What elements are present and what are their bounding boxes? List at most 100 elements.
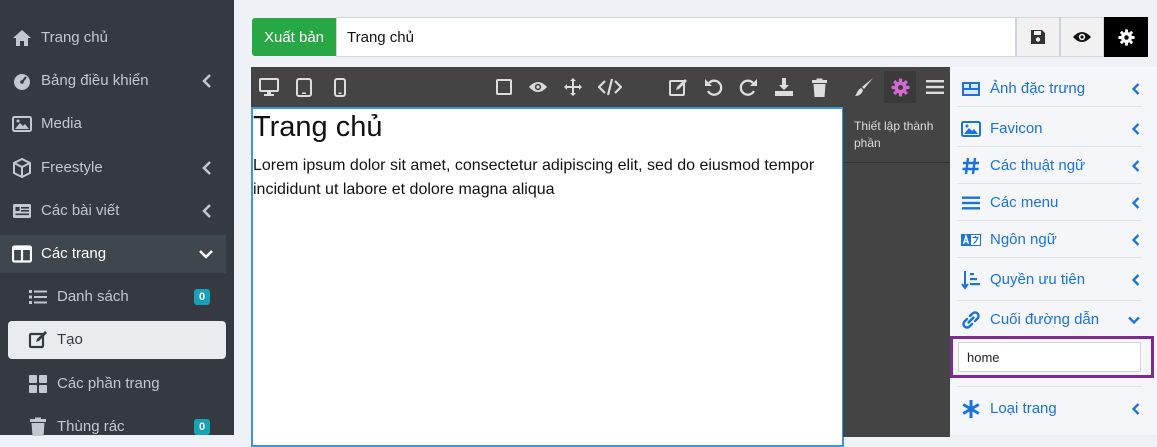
chevron-left-icon [202, 161, 211, 175]
sidebar-item-create[interactable]: Tạo [8, 321, 226, 359]
sidebar-item-label: Bảng điều khiển [41, 72, 149, 89]
accordion-favicon[interactable]: Favicon [957, 110, 1142, 147]
sidebar-item-label: Trang chủ [41, 29, 108, 46]
grid-icon [29, 375, 47, 393]
sidebar-item-trash[interactable]: Thùng rác 0 [0, 408, 226, 446]
sidebar: Trang chủ Bảng điều khiển Media Freestyl… [0, 0, 234, 436]
gear-icon [890, 77, 910, 97]
save-button[interactable] [1016, 17, 1060, 57]
panel-toolbar [843, 67, 950, 107]
bars-icon [962, 196, 980, 210]
style-manager-button[interactable] [853, 76, 875, 98]
code-icon [598, 78, 622, 96]
sidebar-item-label: Thùng rác [57, 418, 125, 435]
mobile-icon [334, 77, 346, 97]
sidebar-item-label: Các bài viết [41, 202, 120, 219]
sidebar-item-dashboard[interactable]: Bảng điều khiển [0, 62, 226, 100]
chevron-left-icon [1132, 197, 1140, 209]
accordion-priority[interactable]: Quyền ưu tiên [957, 259, 1142, 301]
undo-icon [705, 79, 723, 96]
chevron-left-icon [202, 204, 211, 218]
editor-canvas[interactable]: Trang chủ Lorem ipsum dolor sit amet, co… [251, 107, 844, 447]
accordion-label: Các menu [990, 194, 1059, 211]
list-icon [29, 290, 47, 304]
cube-icon [13, 158, 31, 178]
accordion-slug[interactable]: Cuối đường dẫn [957, 301, 1142, 337]
sidebar-item-pages[interactable]: Các trang [0, 235, 226, 273]
view-code-button[interactable] [597, 76, 623, 98]
tablet-view-button[interactable] [293, 76, 315, 98]
tablet-icon [296, 77, 312, 97]
sidebar-item-media[interactable]: Media [0, 105, 226, 143]
columns-icon [12, 245, 32, 263]
sidebar-item-label: Các phần trang [57, 375, 160, 392]
fullscreen-button[interactable] [562, 76, 584, 98]
newspaper-icon [13, 204, 31, 218]
preview-button[interactable] [1060, 17, 1104, 57]
chevron-left-icon [1132, 160, 1140, 172]
save-icon [1031, 30, 1045, 44]
outline-toggle-button[interactable] [493, 76, 515, 98]
accordion-label: Cuối đường dẫn [990, 311, 1100, 328]
accordion-page-type[interactable]: Loại trang [957, 390, 1142, 427]
accordion-terms[interactable]: Các thuật ngữ [957, 147, 1142, 184]
hashtag-icon [962, 157, 979, 175]
component-settings-button[interactable] [884, 71, 916, 103]
divider [957, 386, 1142, 387]
gear-icon [1117, 28, 1135, 46]
accordion-label: Loại trang [990, 400, 1057, 417]
eye-icon [1073, 32, 1091, 42]
mobile-view-button[interactable] [329, 76, 351, 98]
redo-icon [739, 79, 757, 96]
sidebar-item-label: Danh sách [57, 288, 129, 305]
editor-toolbar [251, 67, 843, 107]
desktop-icon [259, 78, 279, 96]
chevron-down-icon [199, 250, 213, 259]
sort-icon [961, 271, 980, 290]
component-settings-panel: Thiết lập thành phần [843, 107, 950, 437]
desktop-view-button[interactable] [258, 76, 280, 98]
clear-canvas-button[interactable] [808, 76, 830, 98]
accordion-label: Favicon [990, 120, 1043, 137]
sidebar-item-posts[interactable]: Các bài viết [0, 192, 226, 230]
link-icon [962, 311, 980, 329]
sidebar-item-freestyle[interactable]: Freestyle [0, 149, 226, 187]
edit-button[interactable] [668, 76, 690, 98]
page-heading[interactable]: Trang chủ [253, 111, 383, 144]
accordion-featured-image[interactable]: Ảnh đặc trưng [957, 70, 1142, 107]
image-icon [12, 116, 32, 132]
edit-icon [28, 331, 47, 349]
square-icon [496, 79, 512, 95]
import-button[interactable] [773, 76, 795, 98]
sidebar-item-label: Freestyle [41, 159, 103, 176]
slug-input[interactable] [958, 342, 1141, 372]
panel-title: Thiết lập thành phần [843, 107, 950, 163]
language-icon [961, 233, 981, 246]
publish-button[interactable]: Xuất bản [252, 18, 336, 56]
sidebar-item-list[interactable]: Danh sách 0 [0, 278, 226, 316]
settings-button[interactable] [1104, 17, 1148, 57]
download-icon [775, 78, 793, 96]
undo-button[interactable] [703, 76, 725, 98]
page-paragraph[interactable]: Lorem ipsum dolor sit amet, consectetur … [253, 154, 838, 202]
move-arrows-icon [564, 78, 582, 96]
preview-toggle-button[interactable] [527, 76, 549, 98]
sidebar-item-label: Media [41, 115, 82, 132]
accordion-label: Ảnh đặc trưng [990, 80, 1086, 97]
slug-field-highlight [950, 336, 1154, 378]
sidebar-item-page-sections[interactable]: Các phần trang [0, 365, 226, 403]
sidebar-item-home[interactable]: Trang chủ [0, 19, 226, 57]
page-title-input[interactable] [336, 17, 1016, 57]
chevron-left-icon [1132, 234, 1140, 246]
layer-manager-button[interactable] [924, 76, 946, 98]
accordion-label: Quyền ưu tiên [990, 271, 1086, 288]
redo-button[interactable] [737, 76, 759, 98]
eye-icon [529, 82, 547, 92]
edit-icon [669, 79, 687, 96]
dashboard-icon [14, 74, 30, 90]
chevron-left-icon [1132, 403, 1140, 415]
accordion-language[interactable]: Ngôn ngữ [957, 221, 1142, 258]
brush-icon [855, 78, 873, 96]
accordion-menus[interactable]: Các menu [957, 184, 1142, 221]
trash-icon [30, 417, 46, 436]
